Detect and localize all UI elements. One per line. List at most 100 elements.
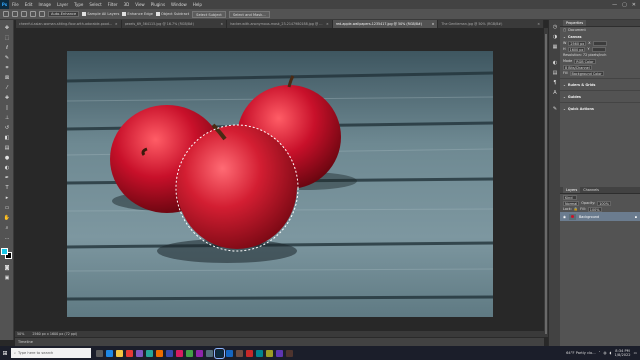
- type-tool-icon[interactable]: T: [3, 184, 11, 192]
- brush-panel-icon[interactable]: ✎: [551, 106, 559, 113]
- task-view-icon[interactable]: [96, 349, 103, 357]
- zoom-tool-icon[interactable]: ⌕: [3, 224, 11, 232]
- eyedropper-tool-icon[interactable]: ⁄: [3, 84, 11, 92]
- app-icon[interactable]: [156, 349, 163, 357]
- menu-image[interactable]: Image: [35, 2, 54, 7]
- taskbar-clock[interactable]: 8:34 PM 1/8/2022: [614, 349, 630, 357]
- eraser-tool-icon[interactable]: ◧: [3, 134, 11, 142]
- quick-mask-icon[interactable]: ◙: [3, 264, 11, 272]
- kind-filter-select[interactable]: Kind: [563, 194, 577, 200]
- app-icon[interactable]: [166, 349, 173, 357]
- more-tools-icon[interactable]: …: [3, 234, 11, 242]
- clone-stamp-icon[interactable]: ⊥: [3, 114, 11, 122]
- width-field[interactable]: 2560 px: [568, 40, 587, 46]
- menu-plugins[interactable]: Plugins: [148, 2, 168, 7]
- document-tab[interactable]: cheerful-asian-woman-sitting-floor-with-…: [16, 20, 122, 28]
- menu-window[interactable]: Window: [168, 2, 190, 7]
- menu-help[interactable]: Help: [190, 2, 205, 7]
- object-subtract-checkbox[interactable]: Object Subtract: [156, 12, 189, 16]
- layer-row-background[interactable]: ◉ Background ▪: [560, 212, 640, 221]
- chevron-up-icon[interactable]: ˄: [599, 351, 601, 355]
- windows-start-icon[interactable]: ⊞: [0, 346, 10, 360]
- hand-tool-icon[interactable]: ✋: [3, 214, 11, 222]
- app-icon[interactable]: [146, 349, 153, 357]
- frame-tool-icon[interactable]: ⊠: [3, 74, 11, 82]
- tab-close-icon[interactable]: ×: [115, 22, 118, 26]
- volume-icon[interactable]: ◖: [610, 351, 612, 355]
- close-button[interactable]: ✕: [632, 2, 636, 8]
- quick-selection-tool-icon[interactable]: [3, 11, 9, 17]
- document-tab[interactable]: hacker-with-anonymous-mask_23-2147980188…: [227, 20, 333, 28]
- app-icon[interactable]: [186, 349, 193, 357]
- quick-selection-tool-icon[interactable]: ✎: [3, 54, 11, 62]
- menu-layer[interactable]: Layer: [54, 2, 71, 7]
- blur-tool-icon[interactable]: ●: [3, 154, 11, 162]
- network-icon[interactable]: ◍: [603, 351, 606, 355]
- select-subject-button[interactable]: Select Subject: [192, 10, 226, 18]
- crop-tool-icon[interactable]: ⌗: [3, 64, 11, 72]
- pen-tool-icon[interactable]: ✒: [3, 174, 11, 182]
- select-and-mask-button[interactable]: Select and Mask...: [228, 10, 270, 18]
- opacity-field[interactable]: 100%: [597, 200, 612, 206]
- rectangle-tool-icon[interactable]: ▭: [3, 204, 11, 212]
- timeline-label[interactable]: Timeline: [18, 340, 33, 344]
- canvas-area[interactable]: [15, 28, 544, 331]
- tab-close-icon[interactable]: ×: [432, 22, 435, 26]
- guides-section[interactable]: ⌄ Guides: [560, 93, 640, 100]
- healing-brush-icon[interactable]: ✚: [3, 94, 11, 102]
- taskbar-search[interactable]: ⌕ Type here to search: [11, 348, 91, 358]
- move-tool-icon[interactable]: ✥: [3, 24, 11, 32]
- menu-type[interactable]: Type: [71, 2, 86, 7]
- maximize-button[interactable]: ▢: [622, 2, 627, 8]
- fill-select[interactable]: Background Color: [569, 70, 604, 76]
- bits-select[interactable]: 8 Bits/Channel: [563, 64, 592, 70]
- menu-3d[interactable]: 3D: [121, 2, 133, 7]
- scrollbar-thumb[interactable]: [545, 34, 547, 334]
- menu-view[interactable]: View: [132, 2, 148, 7]
- quick-actions-section[interactable]: ⌄ Quick Actions: [560, 105, 640, 112]
- subtract-selection-icon[interactable]: [30, 11, 36, 17]
- history-panel-icon[interactable]: ◷: [551, 24, 559, 31]
- tab-close-icon[interactable]: ×: [537, 22, 540, 26]
- brush-size-icon[interactable]: [39, 11, 45, 17]
- menu-file[interactable]: File: [9, 2, 22, 7]
- visibility-eye-icon[interactable]: ◉: [563, 215, 566, 219]
- swatches-panel-icon[interactable]: ▦: [551, 44, 559, 51]
- marquee-tool-icon[interactable]: ⬚: [3, 34, 11, 42]
- rulers-section[interactable]: ⌄ Rulers & Grids: [560, 81, 640, 88]
- document-tab-active[interactable]: red-apple-wallpapers-1235417.jpg @ 50% (…: [332, 20, 439, 28]
- app-icon[interactable]: [206, 349, 213, 357]
- lock-icon[interactable]: 🔒: [574, 207, 578, 211]
- gradient-tool-icon[interactable]: ▤: [3, 144, 11, 152]
- dodge-tool-icon[interactable]: ◐: [3, 164, 11, 172]
- app-icon[interactable]: [226, 349, 233, 357]
- tab-close-icon[interactable]: ×: [220, 22, 223, 26]
- app-icon[interactable]: [286, 349, 293, 357]
- enhance-edge-checkbox[interactable]: Enhance Edge: [122, 12, 153, 16]
- screen-mode-icon[interactable]: ▣: [3, 274, 11, 282]
- app-icon[interactable]: [256, 349, 263, 357]
- brush-tool-icon[interactable]: ǀ: [3, 104, 11, 112]
- notifications-icon[interactable]: ▭: [634, 351, 637, 355]
- height-field[interactable]: 1600 px: [567, 46, 586, 52]
- app-icon[interactable]: [136, 349, 143, 357]
- tab-channels[interactable]: Channels: [580, 188, 602, 192]
- foreground-color-swatch[interactable]: [1, 248, 8, 255]
- x-field[interactable]: [592, 40, 607, 46]
- history-brush-icon[interactable]: ↺: [3, 124, 11, 132]
- menu-filter[interactable]: Filter: [105, 2, 121, 7]
- character-panel-icon[interactable]: A: [551, 90, 559, 97]
- app-icon[interactable]: [246, 349, 253, 357]
- lasso-tool-icon[interactable]: ℓ: [3, 44, 11, 52]
- adjustments-panel-icon[interactable]: ◐: [551, 60, 559, 67]
- mode-select[interactable]: Auto-Enhance: [48, 11, 80, 17]
- chrome-icon[interactable]: [126, 349, 133, 357]
- sample-all-layers-checkbox[interactable]: Sample All Layers: [82, 12, 119, 16]
- y-field[interactable]: [591, 46, 606, 52]
- app-icon[interactable]: [176, 349, 183, 357]
- tab-properties[interactable]: Properties: [563, 20, 587, 26]
- path-selection-icon[interactable]: ▸: [3, 194, 11, 202]
- document-tab[interactable]: pexels_69_564115.jpg @ 16.7% (RGB/8#) ×: [122, 20, 228, 28]
- canvas-section[interactable]: ⌄ Canvas: [560, 33, 640, 40]
- color-panel-icon[interactable]: ◑: [551, 34, 559, 41]
